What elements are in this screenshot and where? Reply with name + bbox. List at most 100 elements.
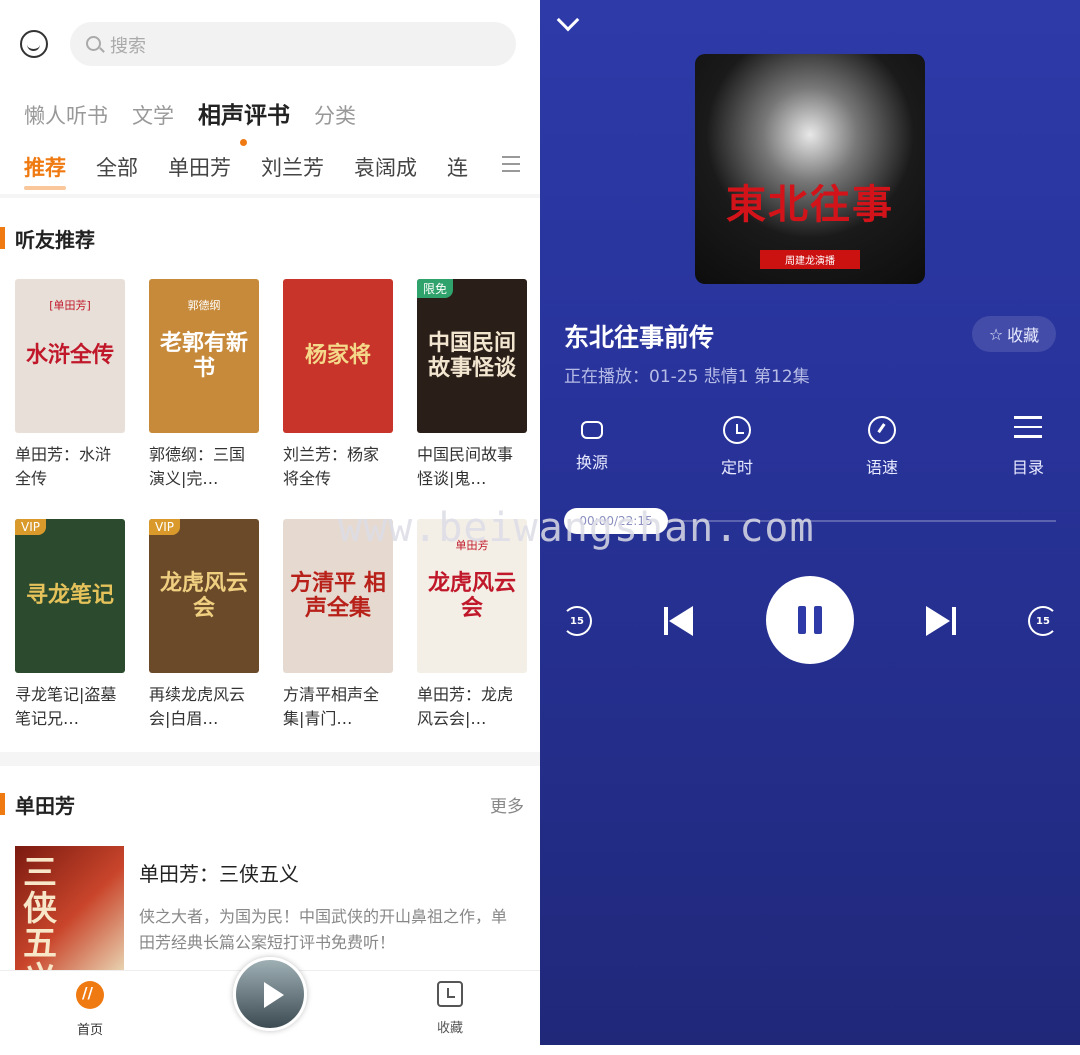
book-card[interactable]: 老郭有新书 郭德纲郭德纲：三国演义|完… bbox=[149, 279, 259, 491]
book-cover: 方清平 相声全集 bbox=[283, 519, 393, 673]
subtab-more[interactable]: 连 bbox=[447, 152, 468, 182]
cover-title: 寻龙笔记 bbox=[25, 583, 114, 609]
tab-crosstalk[interactable]: 相声评书 bbox=[198, 96, 290, 146]
catalog-button[interactable]: 目录 bbox=[998, 416, 1058, 478]
book-cover: 寻龙笔记 VIP bbox=[15, 519, 125, 673]
book-title: 方清平相声全集|青门… bbox=[283, 685, 380, 728]
now-playing-text: 正在播放：01-25 悲情1 第12集 bbox=[564, 367, 810, 387]
book-card[interactable]: 寻龙笔记 VIP 寻龙笔记|盗墓笔记兄… bbox=[15, 519, 125, 731]
section-accent-bar bbox=[0, 227, 5, 249]
cover-title: 水浒全传 bbox=[25, 343, 114, 369]
next-track-icon[interactable] bbox=[926, 606, 956, 636]
track-title: 东北往事前传 bbox=[564, 323, 715, 352]
book-cover: 水浒全传 [单田芳] bbox=[15, 279, 125, 433]
book-card[interactable]: 水浒全传 [单田芳] 单田芳：水浒全传 bbox=[15, 279, 125, 491]
book-grid: 水浒全传 [单田芳] 单田芳：水浒全传 老郭有新书 郭德纲郭德纲：三国演义|完… 杨家将刘… bbox=[15, 279, 527, 731]
search-input[interactable]: 搜索 bbox=[70, 22, 516, 66]
catalog-label: 目录 bbox=[1011, 458, 1044, 477]
cover-title: 老郭有新书 bbox=[159, 330, 248, 381]
section-title: 单田芳 bbox=[15, 793, 75, 818]
favorite-button[interactable]: ☆ 收藏 bbox=[972, 316, 1056, 352]
subtab-yuan-kuocheng[interactable]: 袁阔成 bbox=[354, 152, 417, 182]
book-title: 单田芳：水浒全传 bbox=[15, 445, 112, 488]
cover-subtitle: 郭德纲 bbox=[187, 299, 221, 312]
book-card[interactable]: 方清平 相声全集方清平相声全集|青门… bbox=[283, 519, 393, 731]
top-tabs: 懒人听书 文学 相声评书 分类 bbox=[24, 96, 356, 146]
star-icon: ☆ bbox=[988, 324, 1004, 344]
timer-label: 定时 bbox=[720, 458, 753, 477]
section-shan-header: 单田芳 更多 bbox=[0, 790, 540, 818]
subtab-liu-lanfang[interactable]: 刘兰芳 bbox=[261, 152, 324, 182]
nav-home[interactable]: 首页 bbox=[60, 981, 120, 1038]
book-cover: 老郭有新书 郭德纲 bbox=[149, 279, 259, 433]
alarm-clock-icon bbox=[723, 416, 751, 444]
pause-button[interactable] bbox=[766, 576, 854, 664]
tab-lazy-audio[interactable]: 懒人听书 bbox=[24, 100, 108, 130]
book-title: 单田芳：三侠五义 bbox=[139, 862, 299, 886]
switch-source-button[interactable]: 换源 bbox=[562, 416, 622, 473]
favorite-label: 收藏 bbox=[1007, 326, 1040, 345]
book-cover: 杨家将 bbox=[283, 279, 393, 433]
subtab-recommend[interactable]: 推荐 bbox=[24, 152, 66, 190]
section-accent-bar bbox=[0, 793, 5, 815]
nav-favorites-label: 收藏 bbox=[436, 1021, 463, 1036]
book-cover: 三侠五义 bbox=[15, 846, 124, 970]
cover-title: 中国民间故事怪谈 bbox=[427, 330, 516, 381]
book-badge: VIP bbox=[149, 519, 180, 535]
section-title: 听友推荐 bbox=[15, 227, 95, 252]
speed-button[interactable]: 语速 bbox=[852, 416, 912, 478]
book-card[interactable]: 杨家将刘兰芳：杨家将全传 bbox=[283, 279, 393, 491]
book-title: 郭德纲：三国演义|完… bbox=[149, 445, 246, 488]
nav-favorites[interactable]: 收藏 bbox=[420, 981, 480, 1036]
timer-button[interactable]: 定时 bbox=[707, 416, 767, 478]
cover-title: 龙虎风云会 bbox=[159, 570, 248, 621]
subtab-shan-tianfang[interactable]: 单田芳 bbox=[168, 152, 231, 182]
cover-title: 方清平 相声全集 bbox=[290, 570, 386, 621]
book-description: 侠之大者，为国为民！中国武侠的开山鼻祖之作，单田芳经典长篇公案短打评书免费听！ bbox=[139, 907, 508, 952]
album-cover-subtitle: 周建龙演播 bbox=[760, 250, 860, 269]
progress-thumb[interactable]: 00:00/22:15 bbox=[564, 508, 668, 534]
tab-literature[interactable]: 文学 bbox=[132, 100, 174, 130]
tab-category[interactable]: 分类 bbox=[314, 100, 356, 130]
cover-subtitle: [单田芳] bbox=[49, 299, 91, 312]
cover-title: 龙虎风云会 bbox=[427, 570, 516, 621]
cover-subtitle: 单田芳 bbox=[455, 539, 489, 552]
left-app-panel: 搜索 懒人听书 文学 相声评书 分类 推荐 全部 单田芳 刘兰芳 袁阔成 连 听… bbox=[0, 0, 540, 1055]
book-title: 中国民间故事怪谈|鬼… bbox=[417, 445, 514, 488]
more-link[interactable]: 更多 bbox=[490, 792, 524, 817]
mini-player-play-button[interactable] bbox=[233, 957, 307, 1031]
control-row: 换源 定时 语速 目录 bbox=[540, 416, 1080, 486]
book-title: 单田芳：龙虎风云会|… bbox=[417, 685, 514, 728]
album-cover-title: 東北往事 bbox=[726, 181, 894, 228]
section-recommend-header: 听友推荐 bbox=[0, 224, 95, 252]
book-cover: 龙虎风云会 单田芳 bbox=[417, 519, 527, 673]
home-icon bbox=[76, 981, 104, 1009]
smile-icon[interactable] bbox=[20, 30, 48, 58]
bottom-nav: 首页 收藏 bbox=[0, 957, 540, 1055]
rewind-15-icon[interactable]: 15 bbox=[562, 606, 592, 636]
player-panel: 東北往事 周建龙演播 东北往事前传 正在播放：01-25 悲情1 第12集 ☆ … bbox=[540, 0, 1080, 1045]
previous-track-icon[interactable] bbox=[664, 606, 694, 636]
playback-controls: 15 15 bbox=[540, 576, 1080, 666]
book-card[interactable]: 龙虎风云会 单田芳单田芳：龙虎风云会|… bbox=[417, 519, 527, 731]
menu-icon[interactable] bbox=[502, 156, 520, 174]
chevron-down-icon[interactable] bbox=[556, 8, 580, 32]
subtab-all[interactable]: 全部 bbox=[96, 152, 138, 182]
book-cover: 龙虎风云会 VIP bbox=[149, 519, 259, 673]
cover-title: 杨家将 bbox=[304, 343, 371, 369]
speed-label: 语速 bbox=[865, 458, 898, 477]
search-icon bbox=[86, 36, 101, 51]
top-bar: 搜索 bbox=[0, 18, 540, 70]
book-title: 刘兰芳：杨家将全传 bbox=[283, 445, 380, 488]
cover-title: 三侠五义 bbox=[23, 853, 57, 970]
book-card[interactable]: 中国民间故事怪谈 限免中国民间故事怪谈|鬼… bbox=[417, 279, 527, 491]
book-badge: VIP bbox=[15, 519, 46, 535]
book-title: 寻龙笔记|盗墓笔记兄… bbox=[15, 685, 117, 728]
forward-15-icon[interactable]: 15 bbox=[1028, 606, 1058, 636]
divider bbox=[0, 194, 540, 198]
featured-book[interactable]: 三侠五义 单田芳：三侠五义 侠之大者，为国为民！中国武侠的开山鼻祖之作，单田芳经… bbox=[15, 846, 525, 970]
switch-icon bbox=[581, 421, 603, 439]
book-badge: 限免 bbox=[417, 279, 454, 298]
book-title: 再续龙虎风云会|白眉… bbox=[149, 685, 246, 728]
book-card[interactable]: 龙虎风云会 VIP 再续龙虎风云会|白眉… bbox=[149, 519, 259, 731]
